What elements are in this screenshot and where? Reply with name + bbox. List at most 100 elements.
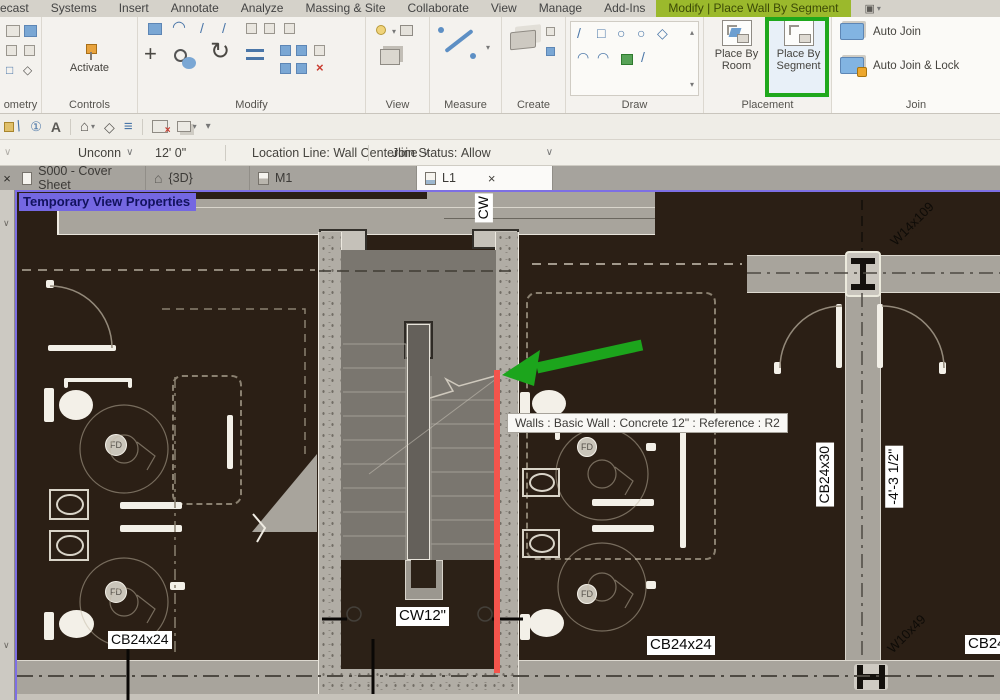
place-by-segment-icon: [784, 20, 814, 46]
delete-icon[interactable]: ×: [316, 61, 324, 74]
draw-line-icon[interactable]: /: [577, 26, 581, 40]
rotate-icon[interactable]: ↻: [210, 45, 230, 59]
panel-label-join: Join: [832, 98, 1000, 113]
panel-label-geometry: ometry: [0, 98, 41, 113]
tab-precast[interactable]: recast: [0, 0, 40, 17]
scale-icon[interactable]: [296, 45, 307, 56]
hide-box-icon[interactable]: [400, 25, 413, 36]
panel-label-create: Create: [502, 98, 565, 113]
displace-cube-icon[interactable]: [380, 49, 400, 65]
coping-icon[interactable]: [6, 45, 17, 56]
tab-insert[interactable]: Insert: [108, 0, 160, 17]
view-tab-l1-active[interactable]: L1×: [417, 166, 553, 190]
trim-icon[interactable]: [284, 23, 295, 34]
view-tab-m1[interactable]: M1: [250, 166, 417, 190]
split-icon[interactable]: [246, 23, 257, 34]
activate-button[interactable]: Activate: [61, 41, 119, 74]
place-by-segment-button[interactable]: Place By Segment: [770, 17, 828, 98]
drawing-canvas[interactable]: FD FD FD FD: [15, 190, 1000, 700]
draw-arc-icon[interactable]: ◠: [577, 50, 589, 64]
ribbon-display-toggle[interactable]: ▣ ▾: [865, 2, 881, 16]
array-icon[interactable]: [280, 45, 291, 56]
panel-create: Create: [502, 17, 566, 113]
tab-add-ins[interactable]: Add-Ins: [593, 0, 656, 17]
tab-view[interactable]: View: [480, 0, 528, 17]
demolish-hammer-icon[interactable]: ◇: [23, 63, 32, 77]
ribbon: □ ◇ ometry Activate Controls ◠ / /: [0, 17, 1000, 114]
default-3d-view-button[interactable]: ⌂▾: [80, 120, 95, 134]
tab-massing-site[interactable]: Massing & Site: [294, 0, 396, 17]
tab-collaborate[interactable]: Collaborate: [397, 0, 480, 17]
place-by-room-button[interactable]: Place By Room: [708, 17, 766, 98]
panel-label-draw: Draw: [566, 98, 703, 113]
caret-down-icon[interactable]: ▾: [392, 27, 396, 36]
mirror-axis-icon[interactable]: [148, 23, 162, 35]
label-cb24x24-right: CB24x24: [647, 636, 715, 655]
measure-end-dot: [438, 27, 444, 33]
selected-wall-segment-red[interactable]: [494, 370, 500, 673]
tab-modify-contextual[interactable]: Modify | Place Wall By Segment: [656, 0, 850, 17]
caret-down-icon[interactable]: ▾: [486, 43, 490, 52]
measure-icon[interactable]: [444, 29, 473, 53]
move-icon[interactable]: +: [144, 47, 157, 61]
mirror-pick-icon[interactable]: /: [200, 21, 204, 35]
draw-polygon-icon[interactable]: ○: [617, 26, 625, 40]
draw-circle-icon[interactable]: ○: [637, 26, 645, 40]
caret-down-icon[interactable]: ▾: [690, 80, 694, 89]
auto-join-lock-button[interactable]: Auto Join & Lock: [840, 57, 959, 74]
section-tool-icon[interactable]: ◇: [104, 120, 115, 134]
measure-tool-icon[interactable]: /: [15, 119, 24, 134]
auto-join-button[interactable]: Auto Join: [840, 23, 921, 40]
paint-icon[interactable]: □: [6, 63, 13, 77]
tab-annotate[interactable]: Annotate: [160, 0, 230, 17]
join-geometry-icon[interactable]: [24, 45, 35, 56]
close-views-button[interactable]: ×: [0, 166, 14, 190]
paste-icon[interactable]: [6, 25, 20, 37]
height-mode-value: Unconn: [78, 146, 121, 160]
close-inactive-windows-icon[interactable]: ×: [152, 120, 168, 133]
pin-element-icon[interactable]: [314, 45, 325, 56]
select-tool[interactable]: ▾: [4, 122, 8, 131]
join-status-label: Join Status:: [392, 146, 457, 160]
pick-face-icon[interactable]: [621, 54, 633, 65]
align-dim-icon[interactable]: [296, 63, 307, 74]
height-mode-dropdown[interactable]: Unconn∨: [78, 146, 133, 160]
properties-palette-edge[interactable]: ∨ ∨: [0, 190, 15, 700]
unpin-icon[interactable]: [280, 63, 291, 74]
lightbulb-icon[interactable]: [376, 25, 386, 35]
options-separator: [225, 145, 226, 161]
draw-rectangle-icon[interactable]: □: [597, 26, 605, 40]
panel-toggle-icon: ▣: [865, 2, 875, 16]
offset-icon[interactable]: ◠: [172, 21, 186, 35]
tab-manage[interactable]: Manage: [528, 0, 593, 17]
create-assembly-icon[interactable]: [546, 47, 555, 56]
options-collapse-chevron[interactable]: ∨: [4, 147, 11, 158]
view-tab-3d[interactable]: ⌂{3D}: [146, 166, 250, 190]
text-tool-icon[interactable]: A: [51, 120, 61, 134]
switch-windows-button[interactable]: ▾: [177, 121, 197, 132]
draw-fillet-arc-icon[interactable]: ◠: [597, 50, 609, 64]
annotation-arrow: [502, 345, 642, 386]
create-group-icon[interactable]: [510, 30, 536, 51]
view-tab-cover-sheet[interactable]: S000 - Cover Sheet: [14, 166, 146, 190]
tag-by-category-icon[interactable]: ①: [30, 120, 42, 134]
split-gap-icon[interactable]: [264, 23, 275, 34]
close-tab-icon[interactable]: ×: [488, 171, 496, 186]
join-status-dropdown[interactable]: Join Status: Allow∨: [392, 146, 553, 160]
temporary-view-properties-badge[interactable]: Temporary View Properties: [19, 193, 196, 211]
create-similar-icon[interactable]: [546, 27, 555, 36]
draw-ellipse-icon[interactable]: ◇: [657, 26, 668, 40]
collapse-toolbar-icon[interactable]: ▾: [206, 121, 211, 132]
height-value-field[interactable]: 12' 0": [155, 146, 186, 160]
align-icon[interactable]: [246, 49, 264, 52]
revit-window: recast Systems Insert Annotate Analyze M…: [0, 0, 1000, 700]
tab-systems[interactable]: Systems: [40, 0, 108, 17]
thin-lines-icon[interactable]: ≡: [124, 120, 133, 134]
tab-analyze[interactable]: Analyze: [230, 0, 295, 17]
pick-line-icon[interactable]: /: [641, 50, 645, 64]
place-by-segment-label: Place By Segment: [770, 48, 828, 72]
door-arcs: [50, 286, 944, 368]
caret-up-icon[interactable]: ▴: [690, 28, 694, 37]
cut-geometry-icon[interactable]: [24, 25, 37, 37]
mirror-draw-icon[interactable]: /: [222, 21, 226, 35]
